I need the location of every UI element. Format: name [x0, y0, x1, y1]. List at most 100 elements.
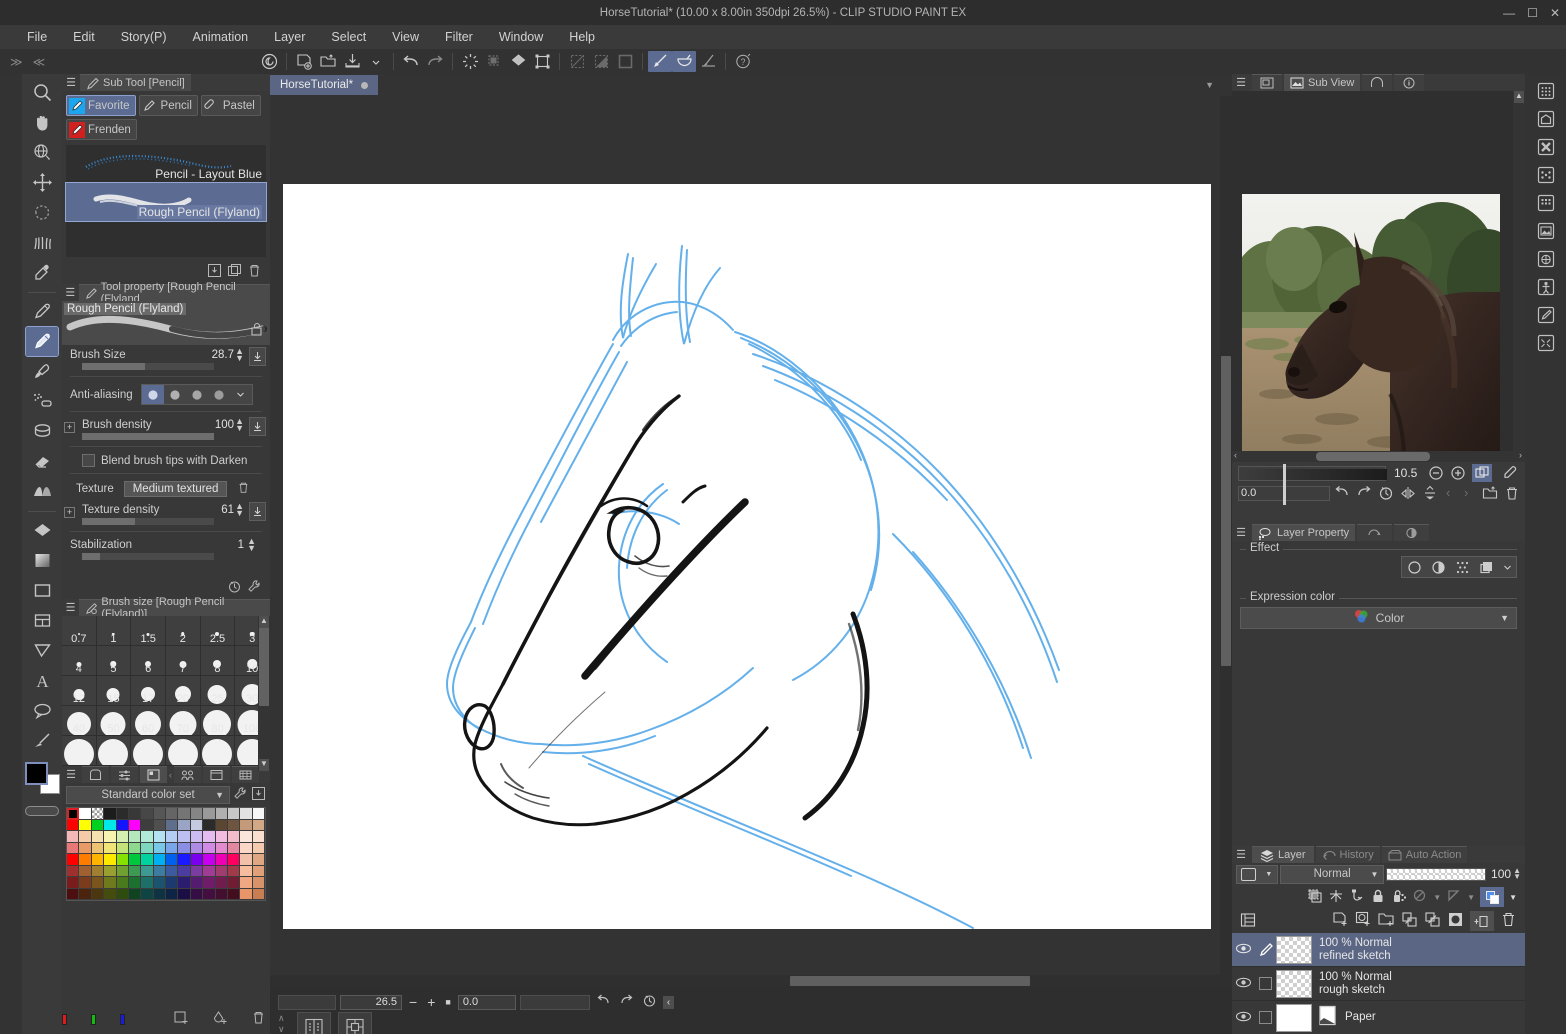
new-folder-icon[interactable]: [1378, 911, 1395, 931]
invert-selection-icon[interactable]: [589, 51, 613, 72]
transform-icon[interactable]: [530, 51, 554, 72]
ruler-effect-icon[interactable]: [1328, 888, 1344, 907]
tab-list-chevron-icon[interactable]: ▼: [1205, 80, 1214, 90]
color-swatch[interactable]: [227, 865, 241, 877]
color-swatch[interactable]: [128, 831, 142, 843]
subview-horizontal-scrollbar[interactable]: ‹ ›: [1232, 450, 1525, 462]
brush-density-dynamics-button[interactable]: [249, 417, 266, 436]
color-swatch[interactable]: [240, 808, 253, 820]
reset-rotation-icon[interactable]: [640, 993, 659, 1011]
footer-swatch-blue[interactable]: [120, 1013, 125, 1025]
brush-size-cell[interactable]: 0.7: [62, 616, 97, 646]
border-effect-icon[interactable]: [1402, 560, 1426, 575]
scroll-up-icon[interactable]: ∧: [278, 1013, 285, 1024]
brush-size-cell[interactable]: 5: [96, 646, 132, 676]
color-swatch[interactable]: [178, 865, 191, 877]
fit-icon[interactable]: [1472, 464, 1492, 482]
brush-size-cell[interactable]: 25: [200, 676, 236, 706]
color-swatch[interactable]: [178, 888, 191, 900]
color-swatch[interactable]: [215, 819, 228, 831]
tool-zoom[interactable]: [26, 78, 58, 107]
color-swatch[interactable]: [190, 808, 204, 820]
subtool-item-rough-pencil-flyland[interactable]: Rough Pencil (Flyland): [65, 182, 267, 222]
color-swatch[interactable]: [116, 819, 129, 831]
next-image-icon[interactable]: ›: [1464, 485, 1468, 500]
color-swatch[interactable]: [104, 888, 117, 900]
delete-subtool-icon[interactable]: [247, 263, 262, 281]
undo-icon[interactable]: [399, 51, 423, 72]
color-swatch[interactable]: [79, 808, 92, 820]
color-swatch[interactable]: [141, 888, 154, 900]
scroll-left-arrow-icon[interactable]: ‹: [1234, 450, 1237, 460]
material-draw-icon[interactable]: [1532, 302, 1560, 328]
color-swatch[interactable]: [91, 888, 105, 900]
subview-image-canvas[interactable]: ▲: [1232, 91, 1525, 451]
layer-mask-icon[interactable]: [1447, 911, 1464, 931]
color-swatch[interactable]: [116, 865, 129, 877]
menu-window[interactable]: Window: [486, 28, 556, 46]
menu-story[interactable]: Story(P): [108, 28, 180, 46]
color-set-dropdown[interactable]: Standard color set ▼: [66, 786, 230, 804]
color-swatch[interactable]: [203, 865, 216, 877]
brush-size-menu-icon[interactable]: ☰: [62, 601, 79, 614]
color-swatch[interactable]: [141, 831, 154, 843]
color-swatch[interactable]: [178, 831, 191, 843]
chevron-down-icon[interactable]: [1498, 563, 1516, 572]
open-folder-icon[interactable]: [1482, 485, 1498, 504]
subtool-category-favorite[interactable]: Favorite: [66, 95, 136, 116]
color-swatch[interactable]: [153, 831, 166, 843]
brush-size-scroll-thumb[interactable]: [259, 628, 269, 706]
tab-auto-action[interactable]: Auto Action: [1381, 846, 1468, 863]
zoom-fit-button[interactable]: ■: [442, 997, 453, 1007]
color-swatch[interactable]: [215, 808, 228, 820]
rotate-ccw-icon[interactable]: [1334, 485, 1350, 504]
subtool-item-pencil-layout-blue[interactable]: Pencil - Layout Blue: [66, 145, 266, 183]
tool-correct-line[interactable]: [26, 726, 58, 755]
texture-delete-icon[interactable]: [237, 481, 250, 497]
blend-darken-checkbox[interactable]: Blend brush tips with Darken: [70, 454, 262, 467]
tab-layer[interactable]: Layer: [1252, 846, 1314, 863]
zoom-out-icon[interactable]: [1428, 465, 1444, 484]
color-swatch[interactable]: [91, 877, 105, 889]
color-swatch[interactable]: [116, 831, 129, 843]
tool-eraser[interactable]: [26, 447, 58, 476]
tool-selection[interactable]: [26, 198, 58, 227]
material-pattern-icon[interactable]: [1532, 190, 1560, 216]
color-swatch[interactable]: [79, 877, 92, 889]
color-swatch[interactable]: [141, 865, 154, 877]
chevron-down-icon[interactable]: [364, 51, 388, 72]
rotate-ccw-icon[interactable]: [594, 993, 613, 1011]
color-swatch[interactable]: [128, 888, 142, 900]
brush-size-cell[interactable]: 20: [166, 676, 201, 706]
stabilization-stepper[interactable]: ▲ ▼: [247, 537, 256, 553]
opacity-slider[interactable]: [1386, 867, 1487, 881]
color-swatch[interactable]: [166, 808, 179, 820]
footer-swatch-red[interactable]: [62, 1013, 67, 1025]
main-color-swatch[interactable]: [25, 762, 48, 785]
layer-visibility-icon[interactable]: [1232, 1010, 1254, 1026]
color-swatch[interactable]: [79, 888, 92, 900]
tool-balloon[interactable]: [26, 696, 58, 725]
color-swatch[interactable]: [203, 888, 216, 900]
transfer-down-icon[interactable]: [1401, 911, 1418, 931]
ruler-snap-icon[interactable]: [648, 51, 672, 72]
flip-h-icon[interactable]: [1400, 485, 1416, 504]
color-swatch[interactable]: [240, 854, 253, 866]
color-swatch[interactable]: [141, 842, 154, 854]
color-swatch[interactable]: [91, 808, 105, 820]
tool-airbrush[interactable]: [26, 387, 58, 416]
color-wheel-tab[interactable]: [82, 766, 109, 783]
color-swatch[interactable]: [104, 854, 117, 866]
material-image-icon[interactable]: [1532, 218, 1560, 244]
color-swatch[interactable]: [141, 877, 154, 889]
canvas-paper[interactable]: [283, 184, 1211, 929]
tool-decoration[interactable]: [26, 417, 58, 446]
color-swatch[interactable]: [190, 842, 204, 854]
anti-aliasing-strong[interactable]: [208, 385, 230, 404]
rotation-value-field[interactable]: 0.0: [457, 994, 516, 1010]
color-swatch[interactable]: [203, 842, 216, 854]
texture-density-stepper[interactable]: ▲ ▼: [235, 502, 244, 518]
color-swatch[interactable]: [128, 854, 142, 866]
close-button[interactable]: ✕: [1550, 6, 1560, 20]
material-3d-icon[interactable]: [1532, 106, 1560, 132]
